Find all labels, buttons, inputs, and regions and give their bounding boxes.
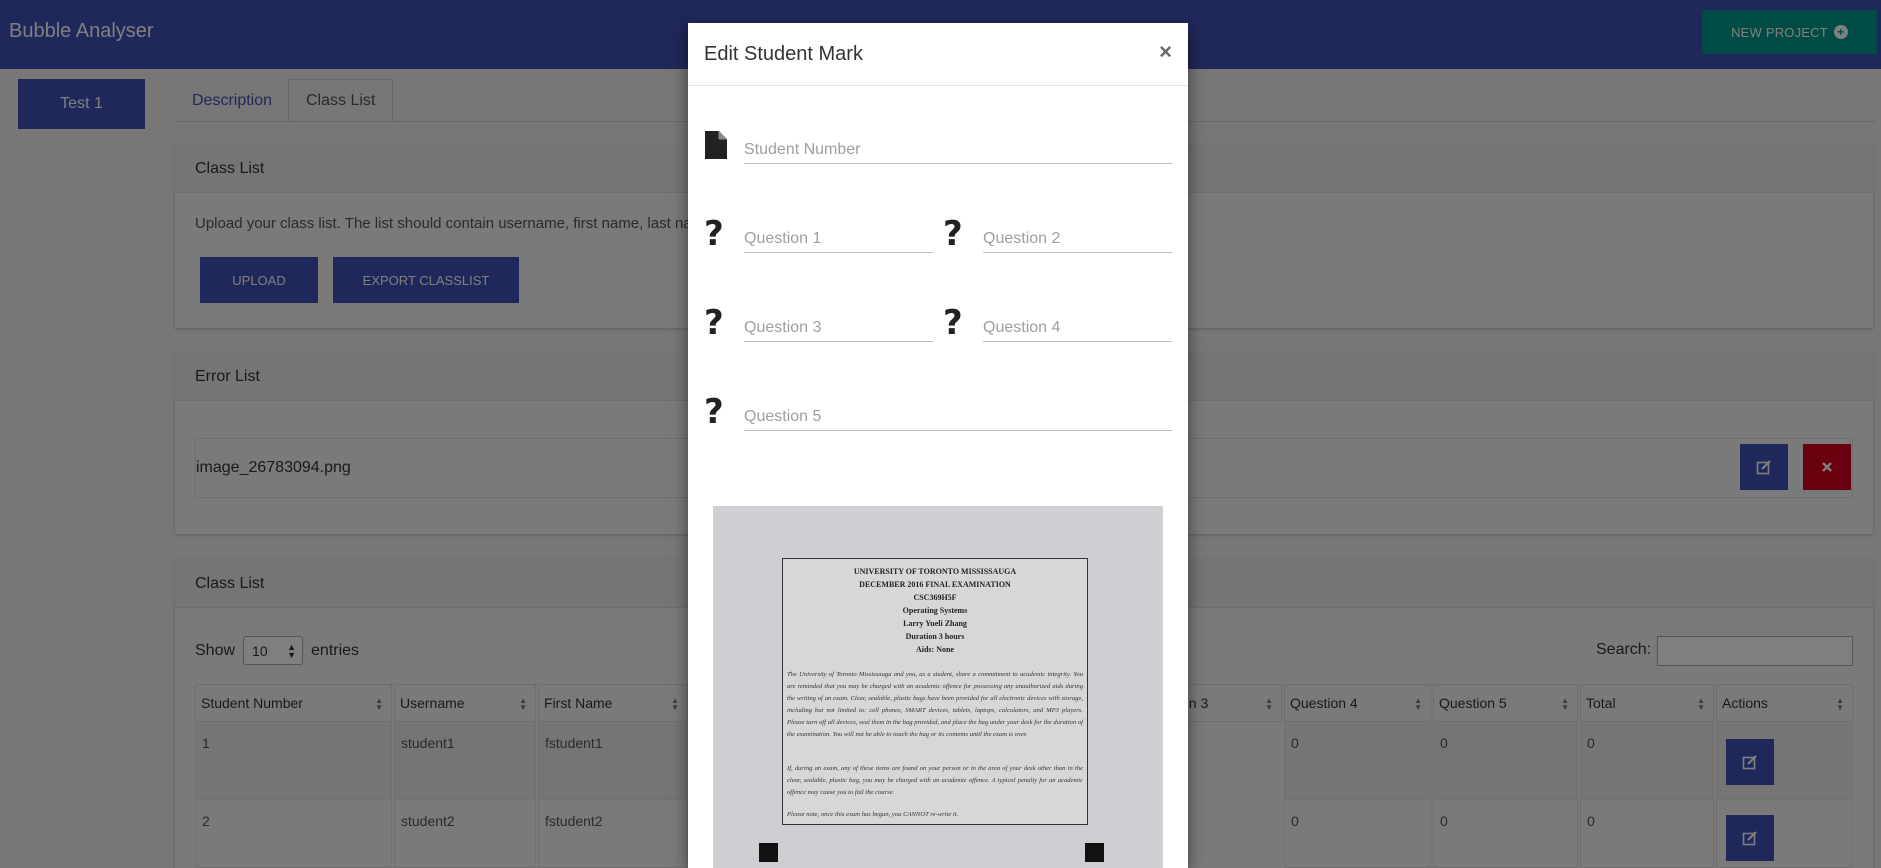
question-4-field: ? Question 4 (943, 303, 1173, 348)
file-icon (704, 130, 732, 160)
exam-scan-image: UNIVERSITY OF TORONTO MISSISSAUGA DECEMB… (713, 506, 1163, 868)
question-2-input[interactable]: Question 2 (983, 227, 1172, 253)
exam-cover-box: UNIVERSITY OF TORONTO MISSISSAUGA DECEMB… (782, 558, 1088, 825)
scan-heading-line: CSC369H5F (913, 593, 957, 602)
scan-heading-line: UNIVERSITY OF TORONTO MISSISSAUGA (853, 567, 1017, 576)
question-mark-icon: ? (943, 214, 963, 254)
registration-mark (759, 843, 778, 862)
scan-heading-line: Operating Systems (902, 606, 968, 615)
edit-student-mark-modal: Edit Student Mark × Student Number ? Que… (688, 23, 1188, 868)
question-2-field: ? Question 2 (943, 214, 1173, 259)
question-4-input[interactable]: Question 4 (983, 316, 1172, 342)
question-mark-icon: ? (704, 392, 724, 432)
question-1-field: ? Question 1 (704, 214, 934, 259)
scan-heading-line: Duration 3 hours (905, 632, 965, 641)
registration-mark (1085, 843, 1104, 862)
scan-heading-line: DECEMBER 2016 FINAL EXAMINATION (859, 580, 1011, 589)
question-mark-icon: ? (704, 303, 724, 343)
modal-title: Edit Student Mark (704, 43, 863, 65)
scan-heading-line: Larry Yueli Zhang (903, 619, 967, 628)
question-5-input[interactable]: Question 5 (744, 405, 1172, 431)
question-mark-icon: ? (704, 214, 724, 254)
question-3-field: ? Question 3 (704, 303, 934, 348)
scan-heading-line: Aids: None (915, 645, 954, 654)
student-number-field: Student Number (704, 130, 1172, 170)
question-mark-icon: ? (943, 303, 963, 343)
question-1-input[interactable]: Question 1 (744, 227, 933, 253)
modal-header: Edit Student Mark × (688, 23, 1188, 86)
scan-paragraph: If, during an exam, any of these items a… (787, 765, 1083, 796)
question-3-input[interactable]: Question 3 (744, 316, 933, 342)
scan-paragraph: The University of Toronto Mississauga an… (787, 671, 1083, 738)
close-icon[interactable]: × (1159, 39, 1172, 65)
student-number-input[interactable]: Student Number (744, 138, 1172, 164)
question-5-field: ? Question 5 (704, 392, 1172, 437)
scan-paragraph: Please note, once this exam has begun, y… (787, 811, 959, 818)
